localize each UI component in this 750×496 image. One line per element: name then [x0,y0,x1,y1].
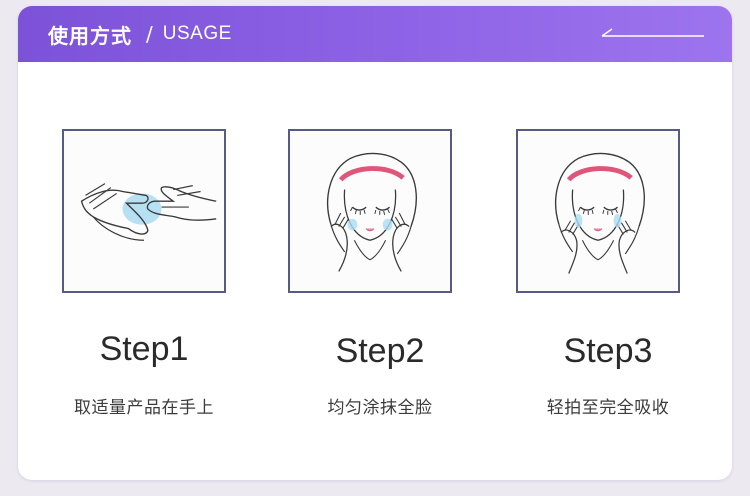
step-1-desc: 取适量产品在手上 [74,398,214,418]
face-applying-icon [327,152,417,272]
step-2-title: Step2 [335,332,425,370]
face-patting-icon [555,152,645,274]
step-3-title: Step3 [563,332,653,370]
step-1: Step1 取适量产品在手上 [44,6,264,480]
hands-with-product-icon [80,183,217,241]
step-3-desc: 轻拍至完全吸收 [546,398,670,418]
step-3: Step3 轻拍至完全吸收 [498,6,718,480]
step-2-desc: 均匀涂抹全脸 [327,398,433,418]
step-1-title: Step1 [99,330,189,368]
step-3-image [516,129,680,293]
step-1-image [62,129,226,293]
step-2-image [288,129,452,293]
usage-card: 使用方式 / USAGE Step1 取适量产品在手上 Step2 均匀涂抹全脸… [18,6,732,480]
step-2: Step2 均匀涂抹全脸 [270,6,490,480]
